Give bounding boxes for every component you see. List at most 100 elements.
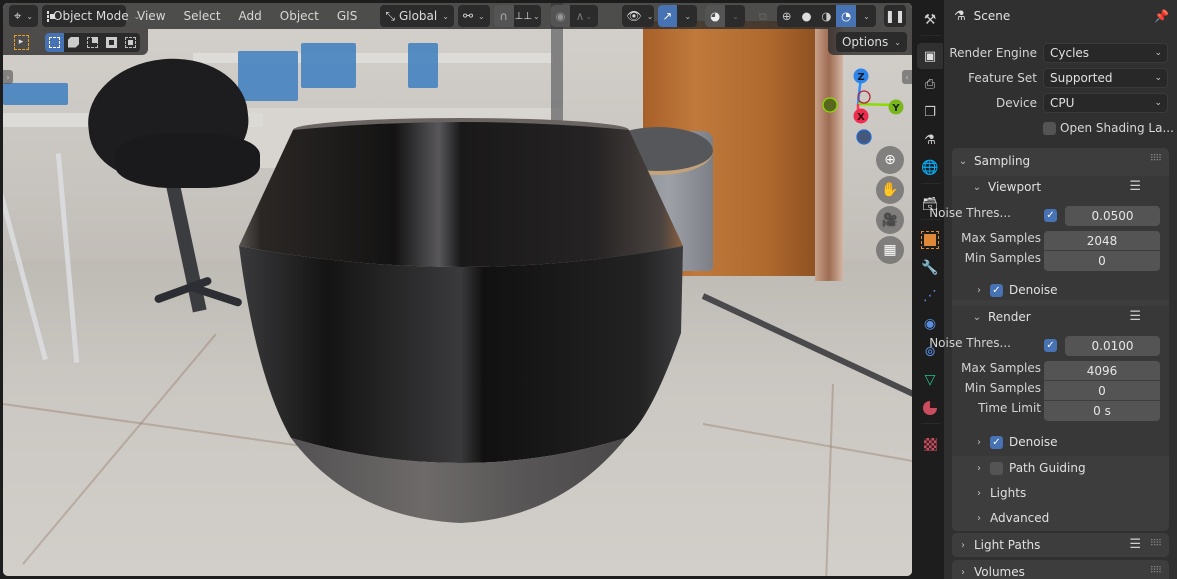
viewport-denoise-subpanel[interactable]: › ✓ Denoise <box>974 281 1058 299</box>
tab-particles[interactable]: ⋰ <box>917 283 943 309</box>
overlays-icon[interactable]: ◕ <box>705 5 726 27</box>
viewport-noise-threshold-field[interactable]: 0.0500 <box>1065 206 1160 226</box>
navigation-gizmo[interactable]: Z Y X <box>818 66 908 151</box>
tab-material[interactable] <box>917 395 943 421</box>
overlays-dropdown[interactable]: ⌄ <box>725 5 745 27</box>
path-guiding-subpanel[interactable]: › Path Guiding <box>974 459 1086 477</box>
render-time-limit-field[interactable]: 0 s <box>1044 401 1160 421</box>
toolbar-expand-arrow[interactable]: › <box>3 70 13 84</box>
render-engine-dropdown[interactable]: Cycles ⌄ <box>1043 43 1168 63</box>
proportional-edit-icon[interactable]: ◉ <box>550 5 571 27</box>
zoom-button[interactable]: ⊕ <box>876 146 904 174</box>
lights-subpanel[interactable]: › Lights <box>974 484 1026 502</box>
select-subtract-icon[interactable] <box>83 33 102 52</box>
tab-render[interactable]: ▣ <box>917 43 943 69</box>
feature-set-dropdown[interactable]: Supported ⌄ <box>1043 68 1168 88</box>
gizmo-toggle-icon[interactable]: ↗ <box>657 5 678 27</box>
xray-toggle[interactable]: ⧉ <box>753 5 773 27</box>
menu-add[interactable]: Add <box>232 5 269 27</box>
drag-grip-icon[interactable]: ⠿⠿ <box>1150 154 1162 164</box>
snap-magnet-icon[interactable]: ∩ <box>493 5 514 27</box>
presets-list-icon[interactable]: ☰ <box>1129 179 1141 194</box>
tab-modifiers[interactable]: 🔧 <box>917 255 943 281</box>
editor-type-button[interactable]: ⌖ ⌄ <box>9 5 39 27</box>
tab-tool[interactable]: ⚒ <box>917 7 943 33</box>
drag-grip-icon[interactable]: ⠿⠿ <box>1150 566 1162 576</box>
tab-physics[interactable]: ◉ <box>917 311 943 337</box>
shading-wireframe-icon[interactable]: ⊕ <box>777 5 797 27</box>
tab-output[interactable]: ⎙ <box>917 71 943 97</box>
selection-mode-group <box>45 32 140 52</box>
viewport-min-samples-field[interactable]: 0 <box>1044 251 1160 271</box>
render-min-samples-field[interactable]: 0 <box>1044 381 1160 401</box>
shading-dropdown[interactable]: ⌄ <box>856 5 876 27</box>
render-max-samples-field[interactable]: 4096 <box>1044 361 1160 381</box>
visibility-dropdown[interactable]: 👁 ⌄ <box>621 5 654 27</box>
ortho-toggle-button[interactable]: ▦ <box>876 236 904 264</box>
options-dropdown[interactable]: Options ⌄ <box>835 32 907 52</box>
viewport-max-samples-field[interactable]: 2048 <box>1044 231 1160 251</box>
snap-increment-icon[interactable]: ⊥⊥ ⌄ <box>514 5 541 27</box>
select-invert-icon[interactable] <box>102 33 121 52</box>
device-dropdown[interactable]: CPU ⌄ <box>1043 93 1168 113</box>
pause-render-button[interactable]: ❚❚ <box>883 5 906 27</box>
feature-set-value: Supported <box>1050 71 1113 85</box>
noise-threshold-value: 0.0500 <box>1091 209 1134 223</box>
gizmo-dropdown[interactable]: ⌄ <box>677 5 697 27</box>
osl-checkbox[interactable]: Open Shading La... <box>1043 121 1174 135</box>
light-paths-title: Light Paths <box>974 538 1041 552</box>
volumes-header[interactable]: › Volumes <box>958 563 1025 579</box>
menu-view[interactable]: View <box>130 5 172 27</box>
noise-threshold-checkbox[interactable]: ✓ <box>1044 209 1057 222</box>
noise-threshold-checkbox[interactable]: ✓ <box>1044 339 1057 352</box>
shading-rendered-icon[interactable]: ◔ <box>836 5 857 27</box>
tab-object[interactable] <box>917 227 943 253</box>
menu-object[interactable]: Object <box>273 5 326 27</box>
shading-material-icon[interactable]: ◑ <box>816 5 836 27</box>
camera-view-button[interactable]: 🎥 <box>876 206 904 234</box>
tab-world[interactable]: 🌐 <box>917 155 943 181</box>
visibility-eye-icon: 👁 <box>626 9 642 23</box>
tab-data[interactable]: ▽ <box>917 367 943 393</box>
advanced-subpanel[interactable]: › Advanced <box>974 509 1049 527</box>
tab-scene[interactable]: ⚗ <box>917 127 943 153</box>
render-subpanel-header[interactable]: ⌄ Render <box>972 308 1031 326</box>
select-extend-icon[interactable] <box>64 33 83 52</box>
viewport-subpanel-header[interactable]: ⌄ Viewport <box>972 178 1041 196</box>
presets-list-icon[interactable]: ☰ <box>1129 309 1141 324</box>
pan-button[interactable]: ✋ <box>876 176 904 204</box>
render-denoise-checkbox[interactable]: ✓ <box>990 435 1003 449</box>
path-guiding-checkbox[interactable] <box>990 461 1003 475</box>
render-title: Render <box>988 310 1031 324</box>
menu-select[interactable]: Select <box>177 5 228 27</box>
drag-grip-icon[interactable]: ⠿⠿ <box>1150 539 1162 549</box>
tab-view-layer[interactable]: ❐ <box>917 99 943 125</box>
shading-solid-icon[interactable]: ● <box>797 5 817 27</box>
mode-dropdown[interactable]: Object Mode ⌄ <box>42 5 140 27</box>
pin-icon[interactable]: 📌 <box>1154 9 1169 23</box>
texture-icon <box>923 437 937 451</box>
viewport-denoise-checkbox[interactable]: ✓ <box>990 283 1003 297</box>
select-new-icon[interactable] <box>45 32 64 52</box>
falloff-curve-icon[interactable]: ∧ ⌄ <box>570 5 597 27</box>
render-engine-label: Render Engine <box>949 46 1037 60</box>
menu-gis[interactable]: GIS <box>330 5 364 27</box>
transform-orientation-dropdown[interactable]: ⤡ Global ⌄ <box>380 5 454 27</box>
render-subpanel: ⌄ Render ☰ Noise Thres... ✓ 0.0100 Max S… <box>929 306 1169 456</box>
active-tool-button[interactable]: ▸ <box>11 32 31 52</box>
device-value: CPU <box>1050 96 1075 110</box>
3d-viewport[interactable]: ⌖ ⌄ Object Mode ⌄ View Select Add Object G… <box>3 3 912 576</box>
chevron-right-icon: › <box>977 487 981 499</box>
sampling-panel-header[interactable]: ⌄ Sampling <box>958 152 1030 170</box>
proportional-edit-group: ◉ ∧ ⌄ <box>550 5 598 27</box>
presets-list-icon[interactable]: ☰ <box>1129 537 1141 552</box>
render-noise-threshold-field[interactable]: 0.0100 <box>1065 336 1160 356</box>
tab-texture[interactable] <box>917 431 943 457</box>
render-denoise-subpanel[interactable]: › ✓ Denoise <box>974 433 1058 451</box>
pivot-point-dropdown[interactable]: ⚯ ⌄ <box>457 5 490 27</box>
light-paths-header[interactable]: › Light Paths <box>958 536 1040 554</box>
gizmo-neg-z[interactable] <box>856 129 872 145</box>
gizmo-neg-y[interactable] <box>822 97 838 113</box>
glossy-pot-object[interactable] <box>231 118 691 526</box>
select-intersect-icon[interactable] <box>121 33 140 52</box>
